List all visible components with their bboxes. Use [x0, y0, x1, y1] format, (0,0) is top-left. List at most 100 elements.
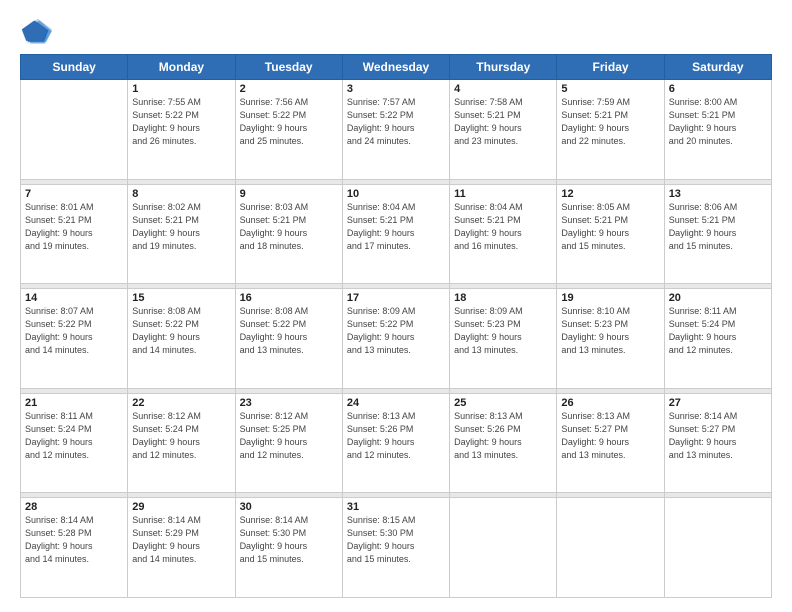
calendar-cell: 15Sunrise: 8:08 AM Sunset: 5:22 PM Dayli… — [128, 289, 235, 389]
day-info: Sunrise: 8:09 AM Sunset: 5:23 PM Dayligh… — [454, 305, 552, 357]
day-info: Sunrise: 8:09 AM Sunset: 5:22 PM Dayligh… — [347, 305, 445, 357]
day-info: Sunrise: 8:11 AM Sunset: 5:24 PM Dayligh… — [669, 305, 767, 357]
calendar-cell: 30Sunrise: 8:14 AM Sunset: 5:30 PM Dayli… — [235, 498, 342, 598]
calendar-cell: 29Sunrise: 8:14 AM Sunset: 5:29 PM Dayli… — [128, 498, 235, 598]
day-number: 30 — [240, 501, 338, 513]
page: SundayMondayTuesdayWednesdayThursdayFrid… — [0, 0, 792, 612]
day-info: Sunrise: 8:14 AM Sunset: 5:30 PM Dayligh… — [240, 514, 338, 566]
calendar-week-row: 7Sunrise: 8:01 AM Sunset: 5:21 PM Daylig… — [21, 184, 772, 284]
calendar-week-row: 1Sunrise: 7:55 AM Sunset: 5:22 PM Daylig… — [21, 80, 772, 180]
day-info: Sunrise: 8:13 AM Sunset: 5:27 PM Dayligh… — [561, 410, 659, 462]
day-number: 7 — [25, 188, 123, 200]
day-info: Sunrise: 8:07 AM Sunset: 5:22 PM Dayligh… — [25, 305, 123, 357]
calendar-table: SundayMondayTuesdayWednesdayThursdayFrid… — [20, 54, 772, 598]
calendar-cell — [664, 498, 771, 598]
day-info: Sunrise: 8:14 AM Sunset: 5:27 PM Dayligh… — [669, 410, 767, 462]
day-number: 12 — [561, 188, 659, 200]
day-info: Sunrise: 7:58 AM Sunset: 5:21 PM Dayligh… — [454, 96, 552, 148]
day-info: Sunrise: 8:05 AM Sunset: 5:21 PM Dayligh… — [561, 201, 659, 253]
calendar-week-row: 21Sunrise: 8:11 AM Sunset: 5:24 PM Dayli… — [21, 393, 772, 493]
day-info: Sunrise: 7:57 AM Sunset: 5:22 PM Dayligh… — [347, 96, 445, 148]
logo — [20, 18, 56, 46]
calendar-cell: 19Sunrise: 8:10 AM Sunset: 5:23 PM Dayli… — [557, 289, 664, 389]
day-info: Sunrise: 8:13 AM Sunset: 5:26 PM Dayligh… — [347, 410, 445, 462]
header — [20, 18, 772, 46]
calendar-cell: 12Sunrise: 8:05 AM Sunset: 5:21 PM Dayli… — [557, 184, 664, 284]
day-info: Sunrise: 8:08 AM Sunset: 5:22 PM Dayligh… — [240, 305, 338, 357]
day-info: Sunrise: 8:15 AM Sunset: 5:30 PM Dayligh… — [347, 514, 445, 566]
day-info: Sunrise: 8:02 AM Sunset: 5:21 PM Dayligh… — [132, 201, 230, 253]
calendar-cell: 18Sunrise: 8:09 AM Sunset: 5:23 PM Dayli… — [450, 289, 557, 389]
calendar-cell: 8Sunrise: 8:02 AM Sunset: 5:21 PM Daylig… — [128, 184, 235, 284]
calendar-header-monday: Monday — [128, 55, 235, 80]
calendar-cell — [21, 80, 128, 180]
calendar-cell: 25Sunrise: 8:13 AM Sunset: 5:26 PM Dayli… — [450, 393, 557, 493]
day-number: 2 — [240, 83, 338, 95]
calendar-week-row: 28Sunrise: 8:14 AM Sunset: 5:28 PM Dayli… — [21, 498, 772, 598]
calendar-cell: 23Sunrise: 8:12 AM Sunset: 5:25 PM Dayli… — [235, 393, 342, 493]
day-info: Sunrise: 8:00 AM Sunset: 5:21 PM Dayligh… — [669, 96, 767, 148]
calendar-header-row: SundayMondayTuesdayWednesdayThursdayFrid… — [21, 55, 772, 80]
calendar-cell: 14Sunrise: 8:07 AM Sunset: 5:22 PM Dayli… — [21, 289, 128, 389]
day-number: 15 — [132, 292, 230, 304]
day-number: 10 — [347, 188, 445, 200]
day-info: Sunrise: 8:12 AM Sunset: 5:25 PM Dayligh… — [240, 410, 338, 462]
day-number: 26 — [561, 397, 659, 409]
day-number: 24 — [347, 397, 445, 409]
day-info: Sunrise: 8:04 AM Sunset: 5:21 PM Dayligh… — [347, 201, 445, 253]
calendar-cell: 20Sunrise: 8:11 AM Sunset: 5:24 PM Dayli… — [664, 289, 771, 389]
day-info: Sunrise: 8:13 AM Sunset: 5:26 PM Dayligh… — [454, 410, 552, 462]
calendar-cell: 17Sunrise: 8:09 AM Sunset: 5:22 PM Dayli… — [342, 289, 449, 389]
day-info: Sunrise: 8:10 AM Sunset: 5:23 PM Dayligh… — [561, 305, 659, 357]
day-info: Sunrise: 8:12 AM Sunset: 5:24 PM Dayligh… — [132, 410, 230, 462]
day-info: Sunrise: 8:08 AM Sunset: 5:22 PM Dayligh… — [132, 305, 230, 357]
day-number: 18 — [454, 292, 552, 304]
day-number: 4 — [454, 83, 552, 95]
day-info: Sunrise: 7:59 AM Sunset: 5:21 PM Dayligh… — [561, 96, 659, 148]
day-number: 13 — [669, 188, 767, 200]
calendar-cell: 10Sunrise: 8:04 AM Sunset: 5:21 PM Dayli… — [342, 184, 449, 284]
calendar-cell: 28Sunrise: 8:14 AM Sunset: 5:28 PM Dayli… — [21, 498, 128, 598]
calendar-week-row: 14Sunrise: 8:07 AM Sunset: 5:22 PM Dayli… — [21, 289, 772, 389]
calendar-header-saturday: Saturday — [664, 55, 771, 80]
day-number: 28 — [25, 501, 123, 513]
day-info: Sunrise: 8:03 AM Sunset: 5:21 PM Dayligh… — [240, 201, 338, 253]
day-info: Sunrise: 7:55 AM Sunset: 5:22 PM Dayligh… — [132, 96, 230, 148]
day-number: 1 — [132, 83, 230, 95]
day-number: 22 — [132, 397, 230, 409]
day-number: 31 — [347, 501, 445, 513]
day-number: 23 — [240, 397, 338, 409]
logo-icon — [20, 18, 52, 46]
day-number: 25 — [454, 397, 552, 409]
calendar-cell: 26Sunrise: 8:13 AM Sunset: 5:27 PM Dayli… — [557, 393, 664, 493]
calendar-cell: 6Sunrise: 8:00 AM Sunset: 5:21 PM Daylig… — [664, 80, 771, 180]
calendar-header-friday: Friday — [557, 55, 664, 80]
day-info: Sunrise: 8:14 AM Sunset: 5:29 PM Dayligh… — [132, 514, 230, 566]
calendar-header-wednesday: Wednesday — [342, 55, 449, 80]
calendar-cell — [450, 498, 557, 598]
calendar-cell: 3Sunrise: 7:57 AM Sunset: 5:22 PM Daylig… — [342, 80, 449, 180]
calendar-header-tuesday: Tuesday — [235, 55, 342, 80]
day-info: Sunrise: 8:01 AM Sunset: 5:21 PM Dayligh… — [25, 201, 123, 253]
calendar-cell: 21Sunrise: 8:11 AM Sunset: 5:24 PM Dayli… — [21, 393, 128, 493]
day-info: Sunrise: 7:56 AM Sunset: 5:22 PM Dayligh… — [240, 96, 338, 148]
day-number: 19 — [561, 292, 659, 304]
day-number: 3 — [347, 83, 445, 95]
calendar-header-sunday: Sunday — [21, 55, 128, 80]
calendar-cell: 13Sunrise: 8:06 AM Sunset: 5:21 PM Dayli… — [664, 184, 771, 284]
day-number: 8 — [132, 188, 230, 200]
day-info: Sunrise: 8:06 AM Sunset: 5:21 PM Dayligh… — [669, 201, 767, 253]
day-number: 9 — [240, 188, 338, 200]
day-number: 20 — [669, 292, 767, 304]
day-number: 17 — [347, 292, 445, 304]
calendar-cell: 31Sunrise: 8:15 AM Sunset: 5:30 PM Dayli… — [342, 498, 449, 598]
day-number: 14 — [25, 292, 123, 304]
calendar-cell: 1Sunrise: 7:55 AM Sunset: 5:22 PM Daylig… — [128, 80, 235, 180]
calendar-header-thursday: Thursday — [450, 55, 557, 80]
calendar-cell: 4Sunrise: 7:58 AM Sunset: 5:21 PM Daylig… — [450, 80, 557, 180]
calendar-cell: 5Sunrise: 7:59 AM Sunset: 5:21 PM Daylig… — [557, 80, 664, 180]
day-info: Sunrise: 8:14 AM Sunset: 5:28 PM Dayligh… — [25, 514, 123, 566]
calendar-cell: 7Sunrise: 8:01 AM Sunset: 5:21 PM Daylig… — [21, 184, 128, 284]
calendar-cell: 24Sunrise: 8:13 AM Sunset: 5:26 PM Dayli… — [342, 393, 449, 493]
day-number: 6 — [669, 83, 767, 95]
